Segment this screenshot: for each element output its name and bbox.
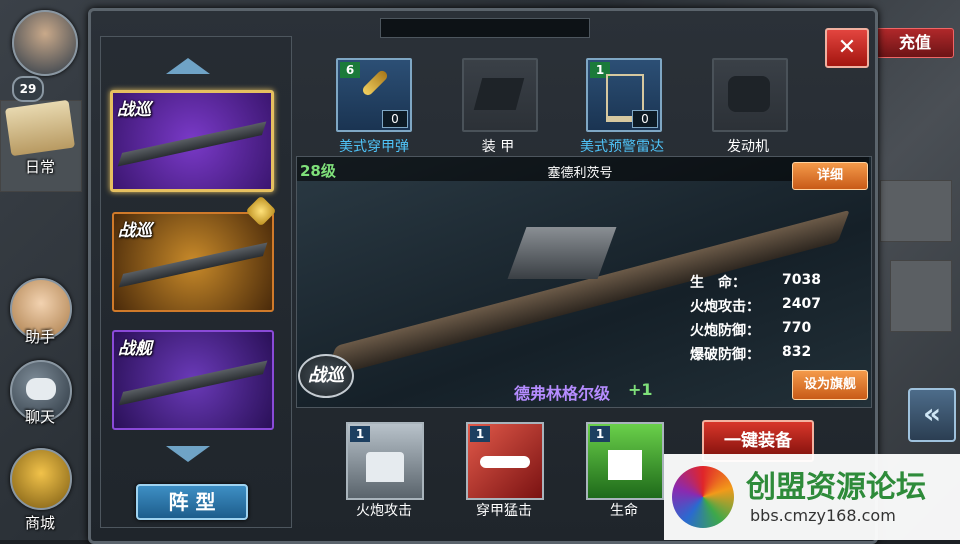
collapse-arrow-icon[interactable]: « [908,388,956,442]
skill-label: 穿甲猛击 [476,503,532,519]
ship-card[interactable]: 战舰 [112,330,274,430]
side-menu-label-daily[interactable]: 日常 [10,156,70,177]
recharge-button[interactable]: 充值 [876,28,954,58]
equip-slot-engine[interactable] [712,58,788,132]
scroll-down-arrow-icon[interactable] [166,446,210,462]
stat-value-hp: 7038 [782,272,821,288]
stat-label-blast-defense: 爆破防御： [690,347,760,363]
background-building [890,260,952,332]
set-flagship-button[interactable]: 设为旗舰 [792,370,868,400]
side-menu-label-chat[interactable]: 聊天 [10,406,70,427]
side-menu-label-shop[interactable]: 商城 [10,512,70,533]
equip-label: 装 甲 [481,139,515,155]
equip-slot-armor-piercing-shell[interactable]: 6 0 [336,58,412,132]
scroll-up-arrow-icon[interactable] [166,58,210,74]
skill-level: 1 [470,426,490,442]
ship-class-badge: 战巡 [298,354,354,398]
player-avatar[interactable] [12,10,78,76]
treasure-chest-icon[interactable] [10,448,72,510]
formation-button[interactable]: 阵 型 [136,484,248,520]
ship-silhouette [117,121,267,167]
shell-icon [360,68,390,98]
stat-label-hp: 生 命： [690,275,746,291]
watermark-title: 创盟资源论坛 [746,470,926,505]
equip-slot-armor[interactable] [462,58,538,132]
watermark-logo-icon [672,466,734,528]
stat-value-gun-attack: 2407 [782,296,821,312]
player-level-badge: 29 [12,76,44,102]
stat-label-gun-attack: 火炮攻击： [690,299,760,315]
equip-label: 美式穿甲弹 [339,139,409,155]
background-building [880,180,952,242]
skill-level: 1 [590,426,610,442]
skill-level: 1 [350,426,370,442]
ship-type-badge: 战舰 [118,339,152,359]
skill-label: 生命 [610,503,638,519]
ship-type-badge: 战巡 [118,221,152,241]
skill-armor-piercing-strike[interactable]: 1 [466,422,544,500]
ship-cross-icon [608,450,642,480]
side-menu-label-assistant[interactable]: 助手 [10,326,70,347]
equip-slot-radar[interactable]: 1 0 [586,58,662,132]
frame-top-slot [380,18,590,38]
equip-level: 6 [340,62,360,78]
ship-silhouette [118,360,268,406]
equip-count: 0 [632,110,658,128]
skill-gun-attack[interactable]: 1 [346,422,424,500]
ship-superstructure-image [507,227,617,279]
stat-value-blast-defense: 832 [782,344,812,360]
close-button[interactable]: ✕ [825,28,869,68]
detail-button[interactable]: 详细 [792,162,868,190]
stat-label-gun-defense: 火炮防御： [690,323,760,339]
ship-card[interactable]: 战巡 [112,212,274,312]
gun-turret-icon [366,452,404,482]
equip-label: 发动机 [727,139,769,155]
equip-label: 美式预警雷达 [580,139,664,155]
skill-life[interactable]: 1 [586,422,664,500]
ship-silhouette [118,242,268,288]
ship-class-bonus: +1 [628,380,653,399]
skill-label: 火炮攻击 [356,503,412,519]
ship-card-selected[interactable]: 战巡 [110,90,274,192]
scroll-icon[interactable] [4,99,76,157]
bullet-icon [480,456,530,468]
ship-class-name: 德弗林格尔级 [514,384,611,403]
engine-icon [728,76,770,112]
watermark-panel: 创盟资源论坛 bbs.cmzy168.com [664,454,960,540]
ship-type-badge: 战巡 [117,100,151,120]
watermark-url: bbs.cmzy168.com [750,506,896,525]
ship-name: 塞德利茨号 [547,166,613,181]
armor-plate-icon [473,78,525,110]
ship-level: 28级 [300,162,336,180]
equip-count: 0 [382,110,408,128]
stat-value-gun-defense: 770 [782,320,812,336]
chat-bubble-shape [26,378,56,400]
